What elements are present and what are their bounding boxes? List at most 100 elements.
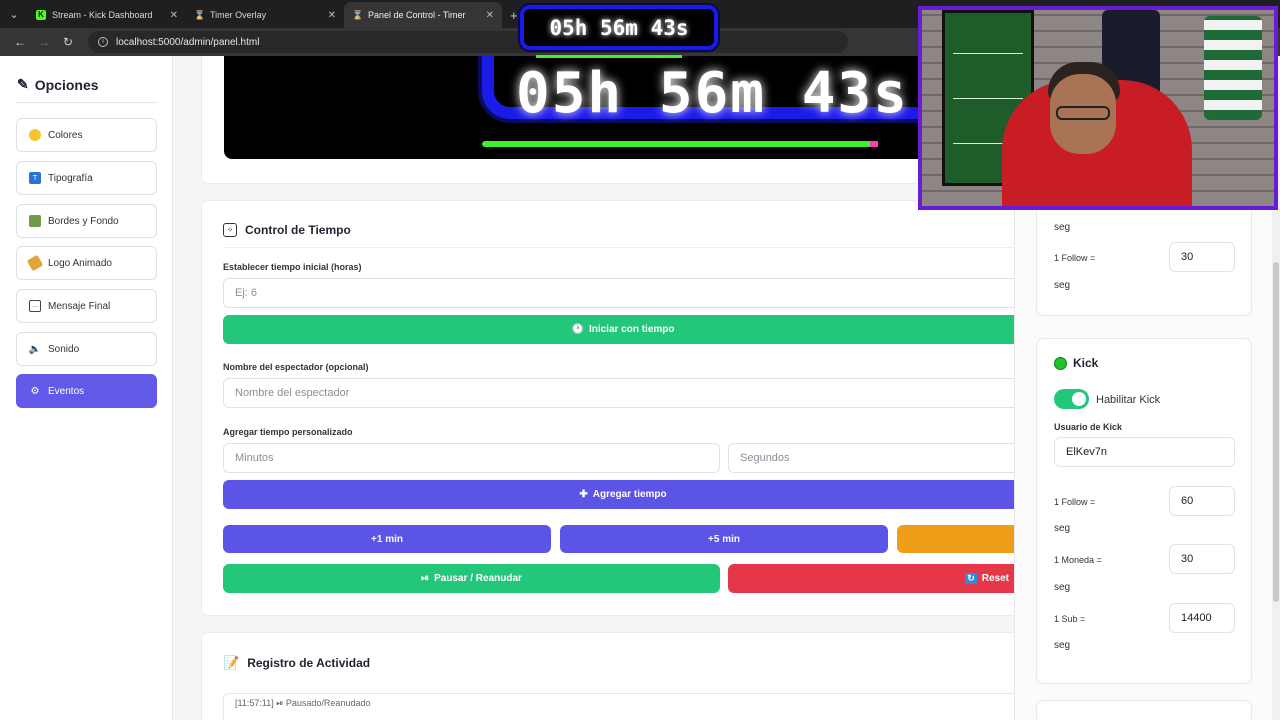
button-label: +5 min bbox=[708, 533, 740, 545]
plus-1-min-button[interactable]: +1 min bbox=[223, 525, 551, 553]
kick-header: Kick bbox=[1054, 356, 1098, 370]
sidebar-item-tipografia[interactable]: T Tipografía bbox=[16, 161, 157, 195]
kick-user-label: Usuario de Kick bbox=[1054, 422, 1123, 432]
tab-title: Panel de Control - Timer bbox=[368, 10, 466, 20]
card-title: Control de Tiempo bbox=[245, 223, 351, 237]
reset-icon: ↻ bbox=[965, 573, 977, 584]
sidebar-item-logo[interactable]: Logo Animado bbox=[16, 246, 157, 280]
preview-time: 05h 56m 43s bbox=[516, 61, 909, 126]
pause-resume-button[interactable]: ⏯ Pausar / Reanudar bbox=[223, 564, 720, 593]
placeholder: Ej: 6 bbox=[235, 287, 258, 299]
sidebar-item-label: Tipografía bbox=[48, 172, 93, 184]
custom-time-label: Agregar tiempo personalizado bbox=[223, 427, 353, 437]
button-label: Pausar / Reanudar bbox=[434, 573, 522, 584]
progress-bar-tip bbox=[870, 141, 878, 147]
webcam-overlay bbox=[918, 6, 1278, 210]
enable-kick-toggle[interactable] bbox=[1054, 389, 1089, 409]
chat-icon: … bbox=[29, 300, 41, 312]
palette-icon bbox=[29, 129, 41, 141]
minutes-input[interactable]: Minutos bbox=[223, 443, 720, 473]
reload-icon[interactable]: ↻ bbox=[56, 35, 80, 49]
tab-kick-dashboard[interactable]: K Stream - Kick Dashboard ✕ bbox=[28, 2, 186, 28]
url-text: localhost:5000/admin/panel.html bbox=[116, 36, 260, 48]
speaker-icon: 🔈 bbox=[28, 343, 42, 355]
coin-label: 1 Moneda = bbox=[1054, 555, 1102, 565]
orange-action-button[interactable] bbox=[897, 525, 1014, 553]
seconds-input[interactable]: Segundos bbox=[728, 443, 1014, 473]
coin-seconds-input[interactable]: 30 bbox=[1169, 544, 1235, 574]
unit-label: seg bbox=[1054, 280, 1071, 291]
activity-log-card: 📝 Registro de Actividad [11:57:11] ⏯ Pau… bbox=[201, 632, 1014, 720]
sidebar-item-eventos[interactable]: ⚙ Eventos bbox=[16, 374, 157, 408]
sidebar-item-colores[interactable]: Colores bbox=[16, 118, 157, 152]
sidebar-item-mensaje[interactable]: … Mensaje Final bbox=[16, 289, 157, 323]
tab-panel-control[interactable]: ⌛ Panel de Control - Timer ✕ bbox=[344, 2, 502, 28]
timer-icon: ⌛ bbox=[352, 10, 364, 20]
reset-button[interactable]: ↻ Reset bbox=[728, 564, 1014, 593]
notepad-icon: 📝 bbox=[223, 655, 240, 670]
event-card-next bbox=[1036, 700, 1252, 720]
gear-icon: ⚙ bbox=[30, 385, 40, 397]
tab-timer-overlay[interactable]: ⌛ Timer Overlay ✕ bbox=[186, 2, 344, 28]
input-value: 60 bbox=[1181, 495, 1194, 507]
unit-label: seg bbox=[1054, 640, 1071, 651]
button-label: +1 min bbox=[371, 533, 403, 545]
divider bbox=[16, 102, 157, 103]
overlay-time: 05h 56m 43s bbox=[549, 15, 689, 40]
close-icon[interactable]: ✕ bbox=[486, 10, 494, 21]
back-icon[interactable]: ← bbox=[8, 35, 32, 49]
close-icon[interactable]: ✕ bbox=[170, 10, 178, 21]
sidebar-item-label: Logo Animado bbox=[48, 257, 112, 269]
viewer-name-input[interactable]: Nombre del espectador bbox=[223, 378, 1014, 408]
sub-seconds-input[interactable]: 14400 bbox=[1169, 603, 1235, 633]
dice-icon: ⁘ bbox=[223, 223, 237, 237]
sidebar: ✎ Opciones Colores T Tipografía Bordes y… bbox=[0, 56, 173, 720]
event-card-previous: seg 1 Follow = 30 seg bbox=[1036, 200, 1252, 316]
unit-label: seg bbox=[1054, 222, 1071, 233]
sidebar-item-bordes[interactable]: Bordes y Fondo bbox=[16, 204, 157, 238]
plus-icon: ✚ bbox=[579, 489, 588, 500]
sidebar-title-text: Opciones bbox=[34, 76, 99, 93]
card-header: ⁘ Control de Tiempo bbox=[223, 223, 351, 237]
initial-time-input[interactable]: Ej: 6 bbox=[223, 278, 1014, 308]
placeholder: Nombre del espectador bbox=[235, 387, 350, 399]
card-header: 📝 Registro de Actividad bbox=[223, 655, 370, 671]
follow-seconds-input[interactable]: 30 bbox=[1169, 242, 1235, 272]
sidebar-item-label: Eventos bbox=[48, 385, 85, 397]
sidebar-title: ✎ Opciones bbox=[17, 76, 99, 93]
close-icon[interactable]: ✕ bbox=[328, 10, 336, 21]
placeholder: Minutos bbox=[235, 452, 274, 464]
plus-5-min-button[interactable]: +5 min bbox=[560, 525, 888, 553]
button-label: Reset bbox=[981, 573, 1009, 584]
scrollbar-thumb[interactable] bbox=[1273, 262, 1279, 602]
main-content: 05h 56m 43s ⁘ Control de Tiempo Establec… bbox=[174, 56, 1014, 720]
tab-search-icon[interactable]: ⌄ bbox=[0, 0, 28, 28]
unit-label: seg bbox=[1054, 582, 1071, 593]
typography-icon: T bbox=[29, 172, 41, 184]
green-circle-icon bbox=[1054, 356, 1067, 370]
kick-icon: K bbox=[36, 10, 46, 20]
info-icon[interactable]: i bbox=[98, 37, 108, 47]
forward-icon[interactable]: → bbox=[32, 35, 56, 49]
sidebar-item-sonido[interactable]: 🔈 Sonido bbox=[16, 332, 157, 366]
button-label: Iniciar con tiempo bbox=[588, 324, 675, 335]
kick-card: Kick Habilitar Kick Usuario de Kick ElKe… bbox=[1036, 338, 1252, 684]
log-list: [11:57:11] ⏯ Pausado/Reanudado bbox=[223, 693, 1014, 720]
input-value: ElKev7n bbox=[1066, 446, 1107, 458]
url-field[interactable]: i localhost:5000/admin/panel.html bbox=[88, 31, 848, 53]
follow-label: 1 Follow = bbox=[1054, 497, 1096, 507]
kick-user-input[interactable]: ElKev7n bbox=[1054, 437, 1235, 467]
follow-seconds-input[interactable]: 60 bbox=[1169, 486, 1235, 516]
timer-preview: 05h 56m 43s bbox=[224, 56, 1014, 159]
card-title: Registro de Actividad bbox=[247, 656, 371, 670]
tag-icon bbox=[26, 254, 44, 272]
input-value: 30 bbox=[1181, 553, 1194, 565]
events-panel: seg 1 Follow = 30 seg Kick Habilitar Kic… bbox=[1014, 200, 1280, 720]
tab-title: Stream - Kick Dashboard bbox=[52, 10, 153, 20]
unit-label: seg bbox=[1054, 523, 1071, 534]
add-time-button[interactable]: ✚ Agregar tiempo bbox=[223, 480, 1014, 509]
start-with-time-button[interactable]: 🕐 Iniciar con tiempo bbox=[223, 315, 1014, 344]
initial-time-label: Establecer tiempo inicial (horas) bbox=[223, 262, 362, 272]
timer-icon: ⌛ bbox=[194, 10, 206, 20]
clock-icon: 🕐 bbox=[571, 324, 584, 335]
